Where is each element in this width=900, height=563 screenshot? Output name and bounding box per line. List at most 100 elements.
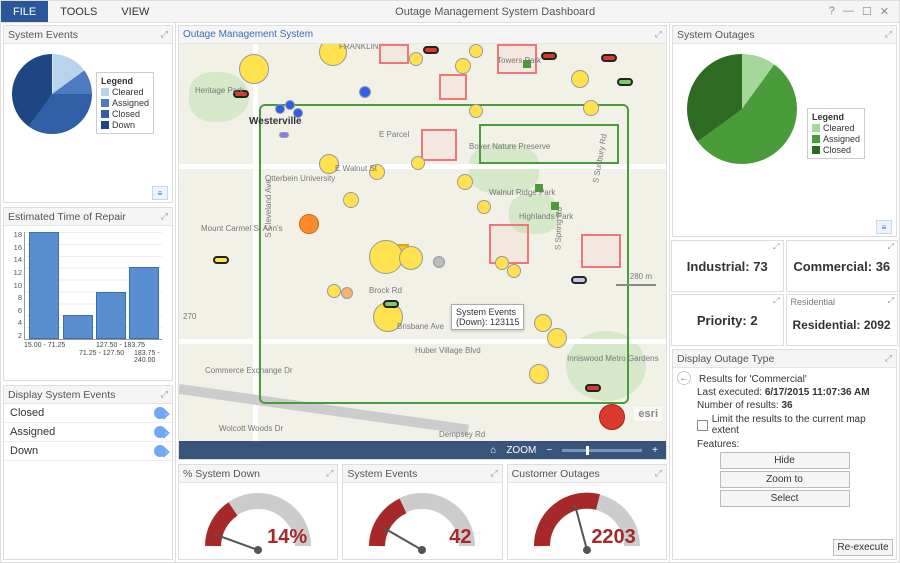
panel-expand-icon[interactable]: ⤢ — [888, 296, 894, 306]
map-event-marker[interactable] — [457, 174, 473, 190]
panel-menu-icon[interactable]: ≡ — [152, 186, 168, 200]
bar[interactable] — [96, 292, 126, 339]
system-outages-pie[interactable] — [687, 54, 797, 164]
map-event-marker[interactable] — [469, 104, 483, 118]
map-zone-marker[interactable] — [379, 44, 409, 64]
row-label: Closed — [10, 407, 44, 419]
hide-button[interactable]: Hide — [720, 452, 850, 469]
bar[interactable] — [63, 315, 93, 339]
stat-industrial[interactable]: ⤢ Industrial: 73 — [671, 240, 784, 292]
minimize-icon[interactable]: — — [843, 5, 854, 18]
map-event-marker[interactable] — [369, 240, 403, 274]
bar[interactable] — [29, 232, 59, 339]
map-event-marker[interactable] — [477, 200, 491, 214]
map-blue-marker[interactable] — [279, 132, 289, 138]
zoom-out-icon[interactable]: − — [546, 445, 552, 456]
legend-title: Legend — [812, 112, 844, 122]
zoom-to-button[interactable]: Zoom to — [720, 471, 850, 488]
go-icon[interactable] — [154, 445, 166, 457]
panel-expand-icon[interactable]: ⤢ — [490, 468, 497, 479]
menu-tools[interactable]: TOOLS — [48, 1, 109, 22]
map-car-marker[interactable] — [423, 46, 439, 54]
map-car-marker[interactable] — [213, 256, 229, 264]
panel-expand-icon[interactable]: ⤢ — [655, 29, 662, 40]
map-car-marker[interactable] — [585, 384, 601, 392]
map-event-marker[interactable] — [547, 328, 567, 348]
home-icon[interactable]: ⌂ — [490, 445, 496, 456]
map-event-marker[interactable] — [534, 314, 552, 332]
stat-priority[interactable]: ⤢ Priority: 2 — [671, 294, 784, 346]
panel-expand-icon[interactable]: ⤢ — [655, 468, 662, 479]
legend-label: Cleared — [823, 123, 855, 133]
map-blue-marker[interactable] — [359, 86, 371, 98]
map-zone-marker[interactable] — [581, 234, 621, 268]
panel-menu-icon[interactable]: ≡ — [876, 220, 892, 234]
bar[interactable] — [129, 267, 159, 339]
gauge[interactable]: 14% — [203, 491, 313, 551]
map-zone-marker[interactable] — [439, 74, 467, 100]
close-icon[interactable]: ✕ — [880, 5, 889, 18]
map-tooltip: System Events (Down): 123115 — [451, 304, 524, 330]
select-button[interactable]: Select — [720, 490, 850, 507]
zoom-in-icon[interactable]: + — [652, 445, 658, 456]
help-icon[interactable]: ? — [829, 5, 835, 18]
panel-expand-icon[interactable]: ⤢ — [888, 242, 894, 252]
map-car-marker[interactable] — [601, 54, 617, 62]
map-event-marker[interactable] — [409, 52, 423, 66]
back-icon[interactable]: ← — [677, 371, 691, 385]
map-event-marker[interactable] — [343, 192, 359, 208]
map-car-marker[interactable] — [383, 300, 399, 308]
map-car-marker[interactable] — [571, 276, 587, 284]
map-zone-marker[interactable] — [489, 224, 529, 264]
map-blue-marker[interactable] — [275, 104, 285, 114]
go-icon[interactable] — [154, 407, 166, 419]
go-icon[interactable] — [154, 426, 166, 438]
display-event-row[interactable]: Assigned — [4, 423, 172, 442]
repair-time-barchart[interactable]: 18161412108642 15.00 - 71.25 71.25 - 127… — [8, 230, 166, 360]
map-car-marker[interactable] — [541, 52, 557, 60]
panel-expand-icon[interactable]: ⤢ — [885, 29, 892, 40]
panel-expand-icon[interactable]: ⤢ — [161, 29, 168, 40]
map-event-marker[interactable] — [469, 44, 483, 58]
reexecute-button[interactable]: Re-execute — [833, 539, 893, 556]
panel-expand-icon[interactable]: ⤢ — [326, 468, 333, 479]
zoom-slider[interactable] — [562, 449, 642, 452]
map-event-marker[interactable] — [583, 100, 599, 116]
display-event-row[interactable]: Closed — [4, 404, 172, 423]
legend-label: Closed — [823, 145, 851, 155]
panel-expand-icon[interactable]: ⤢ — [773, 296, 779, 306]
legend-swatch — [812, 124, 820, 132]
menu-view[interactable]: VIEW — [109, 1, 161, 22]
limit-extent-checkbox[interactable] — [697, 420, 708, 431]
stat-residential[interactable]: ⤢ Residential Residential: 2092 — [786, 294, 899, 346]
map-event-marker[interactable] — [299, 214, 319, 234]
map-car-marker[interactable] — [617, 78, 633, 86]
menu-file[interactable]: FILE — [1, 1, 48, 22]
map-event-marker[interactable] — [239, 54, 269, 84]
map-event-marker[interactable] — [327, 284, 341, 298]
map-label: Wolcott Woods Dr — [219, 424, 283, 433]
display-event-row[interactable]: Down — [4, 442, 172, 461]
map-zone-marker[interactable] — [421, 129, 457, 161]
map-event-marker[interactable] — [529, 364, 549, 384]
map-event-marker[interactable] — [399, 246, 423, 270]
map-event-marker[interactable] — [599, 404, 625, 430]
map-event-marker[interactable] — [411, 156, 425, 170]
map-event-marker[interactable] — [571, 70, 589, 88]
map-label: Heritage Park — [195, 86, 244, 95]
gauge[interactable]: 42 — [367, 491, 477, 551]
map-event-marker[interactable] — [341, 287, 353, 299]
panel-expand-icon[interactable]: ⤢ — [885, 353, 892, 364]
map-event-marker[interactable] — [455, 58, 471, 74]
map-canvas[interactable]: FRANKLIN Westerville Heritage Park Tower… — [179, 44, 666, 441]
limit-extent-label: Limit the results to the current map ext… — [712, 414, 890, 436]
panel-expand-icon[interactable]: ⤢ — [773, 242, 779, 252]
map-event-marker[interactable] — [507, 264, 521, 278]
stat-commercial[interactable]: ⤢ Commercial: 36 — [786, 240, 899, 292]
map-event-marker[interactable] — [433, 256, 445, 268]
gauge[interactable]: 2203 — [532, 491, 642, 551]
maximize-icon[interactable]: ☐ — [862, 5, 872, 18]
panel-expand-icon[interactable]: ⤢ — [161, 211, 168, 222]
system-events-pie[interactable] — [12, 54, 92, 134]
panel-expand-icon[interactable]: ⤢ — [161, 389, 168, 400]
